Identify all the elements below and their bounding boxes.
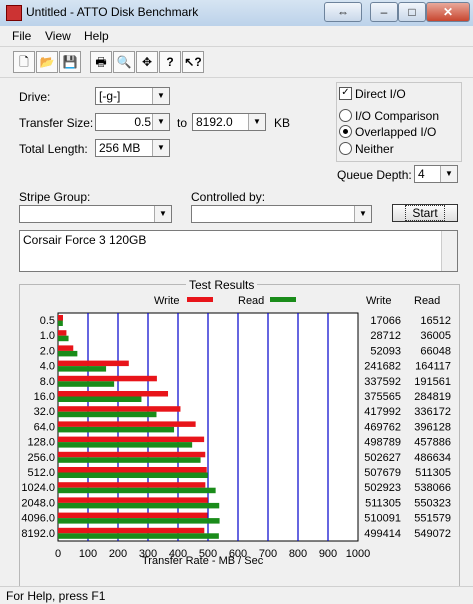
chevron-down-icon: ▼ <box>354 206 371 222</box>
chevron-down-icon: ▼ <box>154 206 171 222</box>
description-scrollbar[interactable] <box>441 231 457 271</box>
stripe-group-select[interactable]: ▼ <box>19 205 172 223</box>
chevron-down-icon: ▼ <box>152 88 169 104</box>
test-results-group <box>19 284 460 588</box>
queue-depth-label: Queue Depth: <box>337 168 412 182</box>
status-text: For Help, press F1 <box>6 589 106 603</box>
app-window: Untitled - ATTO Disk Benchmark ⇔ – □ ✕ F… <box>0 0 473 604</box>
print-icon[interactable]: 🖶 <box>90 51 112 73</box>
io-comparison-label: I/O Comparison <box>355 109 440 123</box>
overlapped-io-radio[interactable] <box>339 125 352 138</box>
save-icon[interactable]: 💾 <box>59 51 81 73</box>
transfer-unit-label: KB <box>274 116 291 130</box>
menu-help[interactable]: Help <box>84 29 109 43</box>
menu-bar: File View Help <box>0 26 473 46</box>
maximize-button[interactable]: □ <box>398 2 426 22</box>
start-button-label: Start <box>405 205 445 221</box>
total-length-label: Total Length: <box>19 142 88 156</box>
restore-button[interactable]: ⇔ <box>324 2 362 22</box>
test-results-title: Test Results <box>186 278 258 292</box>
transfer-size-label: Transfer Size: <box>19 116 94 130</box>
toolbar: 🗋 📂 💾 🖶 🔍 ✥ ? ↖? <box>0 46 473 78</box>
neither-radio[interactable] <box>339 142 352 155</box>
window-title: Untitled - ATTO Disk Benchmark <box>26 5 199 19</box>
move-icon[interactable]: ✥ <box>136 51 158 73</box>
drive-value: [-g-] <box>99 89 121 103</box>
chevron-down-icon: ▼ <box>248 114 265 130</box>
app-icon <box>6 5 22 21</box>
new-file-icon[interactable]: 🗋 <box>13 51 35 73</box>
start-button[interactable]: Start <box>392 204 458 222</box>
context-help-icon[interactable]: ↖? <box>182 51 204 73</box>
minimize-button[interactable]: – <box>370 2 398 22</box>
transfer-from-select[interactable]: 0.5 ▼ <box>95 113 170 131</box>
menu-file[interactable]: File <box>12 29 31 43</box>
close-button[interactable]: ✕ <box>426 2 470 22</box>
description-textarea[interactable]: Corsair Force 3 120GB <box>19 230 458 272</box>
direct-io-checkbox[interactable]: ✓ <box>339 87 352 100</box>
open-folder-icon[interactable]: 📂 <box>36 51 58 73</box>
transfer-from-value: 0.5 <box>134 115 151 129</box>
description-text: Corsair Force 3 120GB <box>23 233 147 247</box>
controlled-by-label: Controlled by: <box>191 190 266 204</box>
io-comparison-radio[interactable] <box>339 109 352 122</box>
print-preview-icon[interactable]: 🔍 <box>113 51 135 73</box>
transfer-to-select[interactable]: 8192.0 ▼ <box>192 113 266 131</box>
transfer-to-label: to <box>177 116 188 130</box>
total-length-value: 256 MB <box>99 141 141 155</box>
menu-view[interactable]: View <box>45 29 71 43</box>
direct-io-label: Direct I/O <box>355 87 406 101</box>
queue-depth-value: 4 <box>418 167 425 181</box>
title-bar: Untitled - ATTO Disk Benchmark ⇔ – □ ✕ <box>0 0 473 27</box>
neither-label: Neither <box>355 142 394 156</box>
transfer-to-value: 8192.0 <box>196 115 233 129</box>
chevron-down-icon: ▼ <box>152 140 169 156</box>
chevron-down-icon: ▼ <box>152 114 169 130</box>
controlled-by-select[interactable]: ▼ <box>191 205 372 223</box>
stripe-group-label: Stripe Group: <box>19 190 91 204</box>
chevron-down-icon: ▼ <box>440 166 457 182</box>
overlapped-io-label: Overlapped I/O <box>355 125 437 139</box>
drive-select[interactable]: [-g-] ▼ <box>95 87 170 105</box>
help-icon[interactable]: ? <box>159 51 181 73</box>
queue-depth-select[interactable]: 4 ▼ <box>414 165 458 183</box>
drive-label: Drive: <box>19 90 51 104</box>
status-bar: For Help, press F1 <box>0 586 473 604</box>
total-length-select[interactable]: 256 MB ▼ <box>95 139 170 157</box>
